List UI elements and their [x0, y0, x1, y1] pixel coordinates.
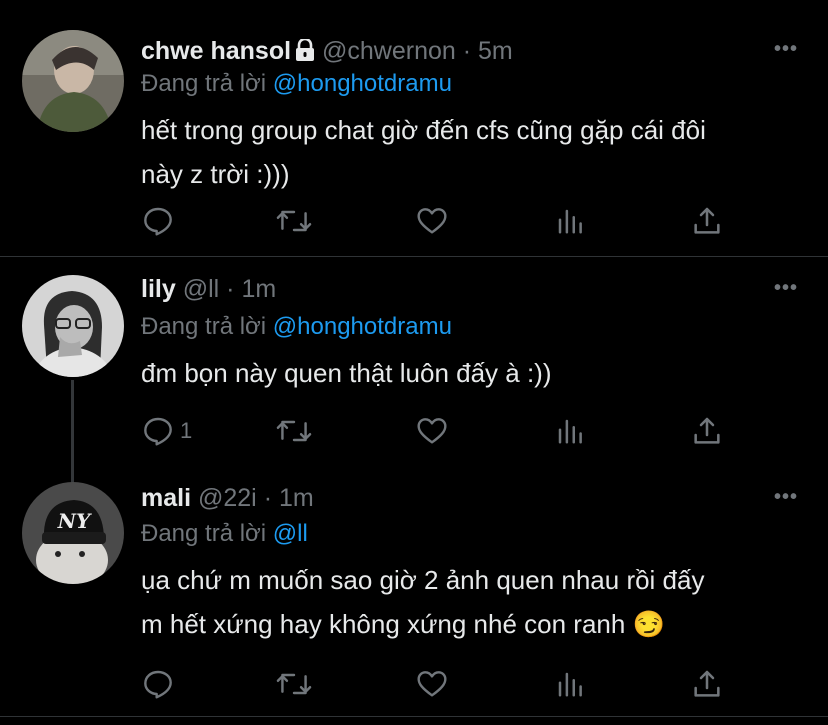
analytics-button[interactable]: [555, 205, 585, 237]
like-button[interactable]: [416, 668, 448, 700]
tweet-chwernon[interactable]: chwe hansol @chwernon · 5m ••• Đang trả …: [0, 0, 828, 256]
tweet-text-line: này z trời :))): [141, 159, 290, 189]
lock-icon: [296, 39, 315, 61]
display-name[interactable]: mali: [141, 484, 191, 512]
tweet-22i[interactable]: NY mali @22i · 1m ••• Đang trả lời @ll ụ…: [0, 470, 828, 725]
reply-count: 1: [180, 418, 193, 443]
tweet-text: hết trong group chat giờ đến cfs cũng gặ…: [141, 108, 811, 196]
reply-icon: [144, 417, 172, 446]
handle[interactable]: @chwernon: [322, 37, 456, 65]
display-name[interactable]: lily: [141, 275, 176, 303]
analytics-icon: [558, 209, 582, 234]
retweet-icon: [276, 210, 312, 232]
replying-to: Đang trả lời @honghotdramu: [141, 313, 452, 341]
tweet-header: chwe hansol @chwernon · 5m: [141, 37, 513, 66]
mention-link[interactable]: @honghotdramu: [273, 70, 452, 97]
separator: ·: [226, 275, 235, 303]
like-icon: [417, 418, 447, 444]
like-icon: [417, 671, 447, 697]
separator: ·: [462, 37, 472, 65]
handle[interactable]: @22i: [198, 484, 257, 512]
retweet-icon: [276, 420, 312, 442]
share-icon: [694, 670, 720, 697]
reply-icon: [144, 670, 172, 699]
separator: ·: [263, 484, 273, 512]
reply-button[interactable]: [142, 205, 180, 237]
handle[interactable]: @ll: [183, 275, 220, 303]
share-button[interactable]: [691, 668, 723, 700]
tweet-text-line: m hết xứng hay không xứng nhé con ranh 😏: [141, 609, 665, 639]
retweet-icon: [276, 673, 312, 695]
avatar[interactable]: [22, 30, 124, 132]
replying-to-label: Đang trả lời: [141, 520, 267, 547]
replying-to: Đang trả lời @honghotdramu: [141, 70, 452, 98]
analytics-button[interactable]: [555, 415, 585, 447]
like-button[interactable]: [416, 415, 448, 447]
tweet-text: ụa chứ m muốn sao giờ 2 ảnh quen nhau rồ…: [141, 558, 811, 646]
share-button[interactable]: [691, 415, 723, 447]
replying-to-label: Đang trả lời: [141, 70, 267, 97]
tweet-header: lily @ll · 1m: [141, 275, 276, 304]
retweet-button[interactable]: [276, 205, 312, 237]
share-icon: [694, 207, 720, 234]
analytics-icon: [558, 419, 582, 444]
reply-button[interactable]: [142, 668, 180, 700]
analytics-button[interactable]: [555, 668, 585, 700]
replying-to: Đang trả lời @ll: [141, 520, 308, 548]
retweet-button[interactable]: [276, 668, 312, 700]
divider: [0, 716, 828, 717]
mention-link[interactable]: @honghotdramu: [273, 313, 452, 340]
display-name[interactable]: chwe hansol: [141, 37, 291, 65]
avatar[interactable]: [22, 275, 124, 377]
timestamp[interactable]: 1m: [241, 275, 276, 303]
more-options-button[interactable]: •••: [774, 38, 798, 61]
like-button[interactable]: [416, 205, 448, 237]
timestamp[interactable]: 1m: [279, 484, 314, 512]
analytics-icon: [558, 672, 582, 697]
tweet-text-line: hết trong group chat giờ đến cfs cũng gặ…: [141, 115, 706, 145]
more-options-button[interactable]: •••: [774, 277, 798, 300]
tweet-header: mali @22i · 1m: [141, 484, 314, 513]
share-icon: [694, 417, 720, 444]
reply-button[interactable]: 1: [142, 415, 192, 447]
share-button[interactable]: [691, 205, 723, 237]
reply-icon: [144, 207, 172, 236]
tweet-ll[interactable]: lily @ll · 1m ••• Đang trả lời @honghotd…: [0, 257, 828, 485]
avatar[interactable]: NY: [22, 482, 124, 584]
tweet-text-line: ụa chứ m muốn sao giờ 2 ảnh quen nhau rồ…: [141, 565, 705, 595]
mention-link[interactable]: @ll: [273, 520, 308, 547]
like-icon: [417, 208, 447, 234]
timestamp[interactable]: 5m: [478, 37, 513, 65]
replying-to-label: Đang trả lời: [141, 313, 267, 340]
retweet-button[interactable]: [276, 415, 312, 447]
tweet-text: đm bọn này quen thật luôn đấy à :)): [141, 351, 811, 395]
tweet-text-line: đm bọn này quen thật luôn đấy à :)): [141, 358, 552, 388]
svg-text:NY: NY: [57, 509, 92, 533]
more-options-button[interactable]: •••: [774, 486, 798, 509]
